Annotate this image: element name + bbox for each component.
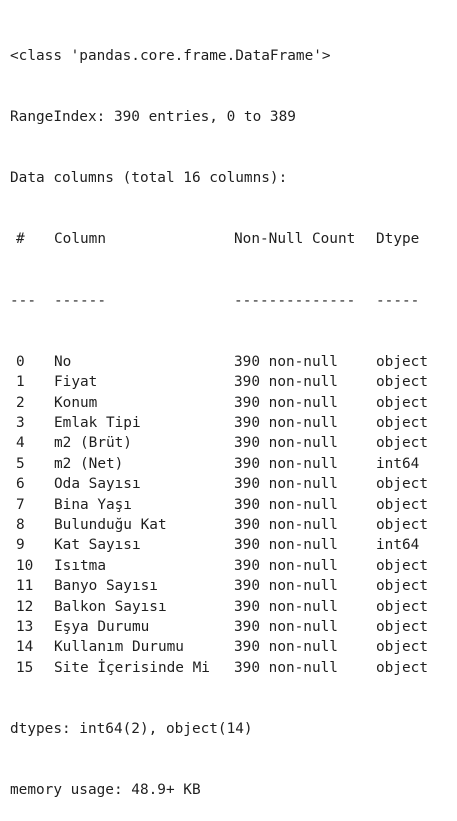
row-num: 5 [16,455,25,472]
row-num: 4 [16,435,25,452]
row-non-null: 390 non-null [234,516,338,533]
row-num: 2 [16,394,25,411]
row-dtype: int64 [376,537,420,554]
table-row: 0 No 390 non-null object [10,352,457,372]
separator-column: ------ [54,292,106,309]
row-num: 8 [16,516,25,533]
row-num: 1 [16,374,25,391]
row-dtype: object [376,394,428,411]
table-row: 1 Fiyat 390 non-null object [10,372,457,392]
row-column-name: Emlak Tipi [54,415,141,431]
table-row: 15 Site İçerisinde Mi 390 non-null object [10,658,457,678]
row-column-name: No [54,353,72,370]
row-dtype: object [376,639,428,656]
row-dtype: object [376,496,428,513]
separator-non-null: -------------- [234,292,356,309]
header-non-null: Non-Null Count [234,231,356,248]
row-num: 7 [16,496,25,513]
row-num: 13 [16,618,34,635]
row-dtype: object [376,578,428,595]
row-dtype: int64 [376,455,420,472]
row-column-name: m2 (Brüt) [54,435,132,452]
row-column-name: Kullanım Durumu [54,639,184,656]
row-dtype: object [376,557,428,574]
row-non-null: 390 non-null [234,476,338,493]
row-dtype: object [376,618,428,635]
header-num: # [16,231,25,248]
table-row: 2 Konum 390 non-null object [10,393,457,413]
row-dtype: object [376,374,428,391]
data-columns-line: Data columns (total 16 columns): [10,170,288,187]
row-num: 9 [16,537,25,554]
row-dtype: object [376,476,428,493]
row-column-name: Konum [54,394,98,411]
row-non-null: 390 non-null [234,435,338,452]
table-row: 4 m2 (Brüt) 390 non-null object [10,433,457,453]
header-dtype: Dtype [376,231,420,248]
table-row: 14 Kullanım Durumu 390 non-null object [10,637,457,657]
row-num: 6 [16,476,25,493]
table-row: 9 Kat Sayısı 390 non-null int64 [10,535,457,555]
row-num: 3 [16,415,25,431]
row-num: 10 [16,557,34,574]
row-non-null: 390 non-null [234,639,338,656]
row-non-null: 390 non-null [234,374,338,391]
row-non-null: 390 non-null [234,598,338,615]
row-non-null: 390 non-null [234,659,338,676]
separator-num: --- [10,292,36,309]
table-row: 13 Eşya Durumu 390 non-null object [10,617,457,637]
range-index-line: RangeIndex: 390 entries, 0 to 389 [10,109,296,126]
row-non-null: 390 non-null [234,557,338,574]
table-row: 5 m2 (Net) 390 non-null int64 [10,454,457,474]
row-column-name: Eşya Durumu [54,618,150,635]
row-dtype: object [376,435,428,452]
row-column-name: Bina Yaşı [54,496,132,513]
row-dtype: object [376,353,428,370]
table-row: 11 Banyo Sayısı 390 non-null object [10,576,457,596]
row-dtype: object [376,415,428,431]
row-num: 14 [16,639,34,656]
row-column-name: Banyo Sayısı [54,578,158,595]
memory-usage-line: memory usage: 48.9+ KB [10,782,201,799]
row-dtype: object [376,598,428,615]
row-column-name: Isıtma [54,557,106,574]
row-column-name: Site İçerisinde Mi [54,659,210,676]
table-row: 6 Oda Sayısı 390 non-null object [10,474,457,494]
table-row: 3 Emlak Tipi 390 non-null object [10,413,457,433]
row-column-name: Bulunduğu Kat [54,516,167,533]
columns-header-row: # Column Non-Null Count Dtype [10,229,457,249]
row-dtype: object [376,659,428,676]
dataframe-info-output: <class 'pandas.core.frame.DataFrame'> Ra… [0,0,457,821]
row-column-name: Balkon Sayısı [54,598,167,615]
row-non-null: 390 non-null [234,578,338,595]
table-row: 8 Bulunduğu Kat 390 non-null object [10,515,457,535]
row-column-name: Oda Sayısı [54,476,141,493]
row-non-null: 390 non-null [234,353,338,370]
row-non-null: 390 non-null [234,537,338,554]
row-non-null: 390 non-null [234,394,338,411]
row-column-name: Kat Sayısı [54,537,141,554]
header-column: Column [54,231,106,248]
class-line: <class 'pandas.core.frame.DataFrame'> [10,47,331,64]
row-column-name: Fiyat [54,374,98,391]
separator-dtype: ----- [376,292,420,309]
row-non-null: 390 non-null [234,455,338,472]
row-num: 15 [16,659,34,676]
table-row: 12 Balkon Sayısı 390 non-null object [10,597,457,617]
row-num: 11 [16,578,34,595]
separator-row: --- ------ -------------- ----- [10,291,457,311]
row-column-name: m2 (Net) [54,455,124,472]
column-rows: 0 No 390 non-null object 1 Fiyat 390 non-null o… [10,352,457,678]
row-dtype: object [376,516,428,533]
table-row: 7 Bina Yaşı 390 non-null object [10,495,457,515]
row-non-null: 390 non-null [234,496,338,513]
dtypes-line: dtypes: int64(2), object(14) [10,720,253,737]
row-non-null: 390 non-null [234,415,338,431]
row-num: 0 [16,353,25,370]
table-row: 10 Isıtma 390 non-null object [10,556,457,576]
row-non-null: 390 non-null [234,618,338,635]
row-num: 12 [16,598,34,615]
